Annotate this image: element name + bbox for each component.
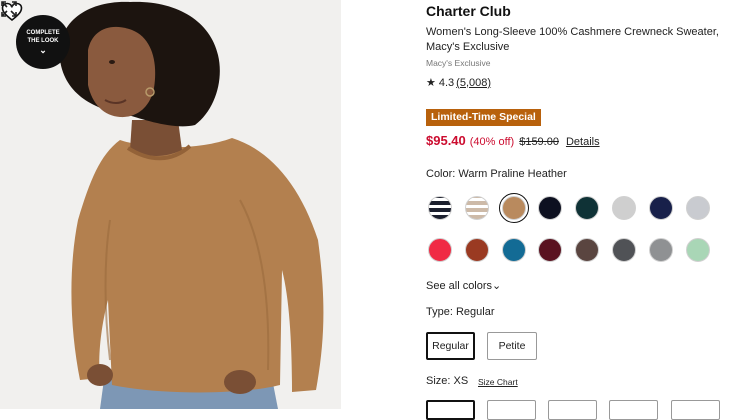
color-swatch[interactable]: [428, 238, 452, 262]
type-option-regular[interactable]: Regular: [426, 332, 475, 360]
see-all-colors-label: See all colors: [426, 280, 493, 292]
color-swatch[interactable]: [501, 238, 526, 262]
original-price: $159.00: [519, 136, 559, 148]
color-swatch[interactable]: [464, 196, 489, 220]
size-option[interactable]: [426, 400, 475, 420]
color-swatch[interactable]: [575, 196, 600, 220]
rating-row[interactable]: ★ 4.3 (5,008): [426, 76, 491, 90]
size-option[interactable]: [487, 400, 536, 420]
color-label: Color: Warm Praline Heather: [426, 168, 567, 180]
expand-icon[interactable]: [0, 0, 18, 18]
size-chart-link[interactable]: Size Chart: [478, 377, 518, 387]
color-swatch[interactable]: [685, 196, 710, 220]
details-link[interactable]: Details: [566, 136, 600, 148]
color-swatch[interactable]: [464, 238, 489, 262]
chevron-down-icon: ⌄: [39, 45, 47, 55]
size-option[interactable]: [609, 400, 658, 420]
sale-price: $95.40: [426, 133, 466, 148]
badge-line1: COMPLETE: [26, 30, 60, 36]
review-count-link[interactable]: (5,008): [456, 77, 491, 89]
size-option[interactable]: [671, 400, 720, 420]
promo-badge: Limited-Time Special: [426, 109, 541, 126]
color-swatch[interactable]: [538, 238, 563, 262]
color-swatch[interactable]: [538, 196, 563, 220]
badge-line2: THE LOOK: [27, 38, 59, 44]
chevron-down-icon: ⌄: [492, 280, 502, 292]
product-title: Women's Long-Sleeve 100% Cashmere Crewne…: [426, 26, 719, 53]
size-label: Size: XS: [426, 375, 469, 387]
color-swatch[interactable]: [575, 238, 600, 262]
color-swatch[interactable]: [648, 196, 673, 220]
star-icon: ★: [426, 77, 436, 89]
discount-percent: (40% off): [469, 136, 515, 148]
seller-label: Macy's Exclusive: [426, 58, 491, 68]
color-swatch[interactable]: [612, 238, 636, 262]
color-swatch[interactable]: [648, 238, 673, 262]
brand-link[interactable]: Charter Club: [426, 3, 511, 19]
complete-the-look-badge[interactable]: COMPLETE THE LOOK ⌄: [16, 15, 70, 69]
price-row: $95.40 (40% off) $159.00 Details: [426, 133, 600, 148]
size-option[interactable]: [548, 400, 597, 420]
see-all-colors-link[interactable]: See all colors⌄: [426, 279, 501, 292]
product-image[interactable]: COMPLETE THE LOOK ⌄: [0, 0, 341, 409]
color-swatch[interactable]: [428, 196, 452, 220]
type-label: Type: Regular: [426, 306, 495, 318]
color-swatch[interactable]: [498, 193, 529, 223]
color-swatch[interactable]: [612, 196, 636, 220]
type-option-petite[interactable]: Petite: [487, 332, 537, 360]
rating-value: 4.3: [438, 76, 455, 89]
color-swatch[interactable]: [685, 238, 710, 262]
